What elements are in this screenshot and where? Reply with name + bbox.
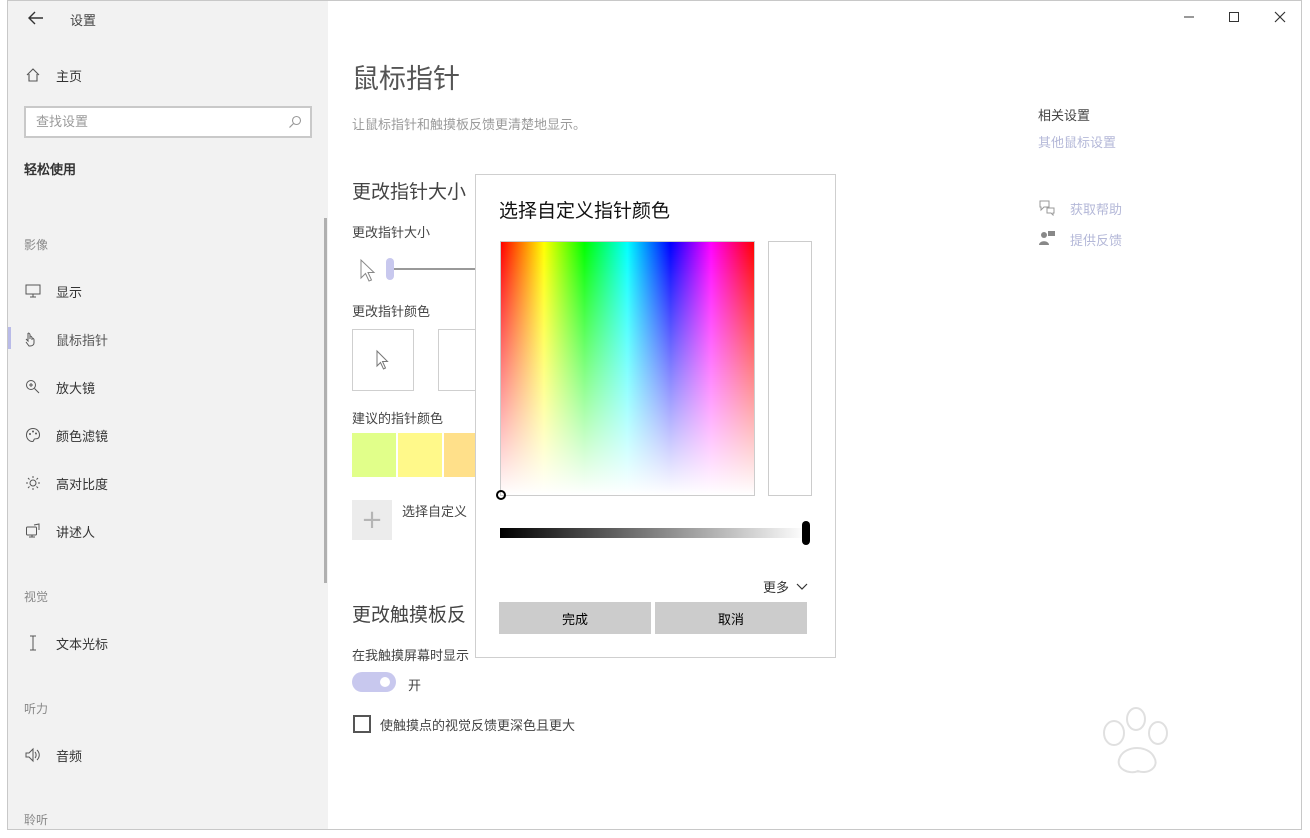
sidebar-item-label: 文本光标 — [56, 637, 109, 653]
toggle-knob — [380, 677, 390, 687]
sidebar-scrollbar[interactable] — [324, 218, 327, 583]
more-label: 更多 — [762, 581, 789, 596]
back-arrow-icon — [28, 11, 43, 25]
sidebar-item-text-cursor[interactable]: 文本光标 — [24, 631, 108, 655]
group-label-hearing: 听力 — [24, 702, 49, 716]
done-button[interactable]: 完成 — [499, 602, 651, 634]
darker-feedback-checkbox[interactable] — [353, 715, 371, 733]
page-description: 让鼠标指针和触摸板反馈更清楚地显示。 — [352, 118, 587, 133]
help-icon — [1038, 198, 1056, 217]
group-label-vision: 影像 — [24, 238, 49, 252]
text-cursor-icon — [24, 634, 42, 652]
other-mouse-settings-link[interactable]: 其他鼠标设置 — [1038, 132, 1116, 151]
sidebar-item-label: 颜色滤镜 — [56, 429, 109, 445]
dialog-title: 选择自定义指针颜色 — [499, 200, 671, 222]
close-button[interactable] — [1268, 7, 1292, 27]
pointer-size-label: 更改指针大小 — [352, 226, 431, 241]
suggested-colors-label: 建议的指针颜色 — [352, 412, 444, 427]
mouse-pointer-icon — [24, 330, 42, 348]
more-button[interactable]: 更多 — [763, 577, 809, 596]
section-title: 轻松使用 — [24, 163, 77, 178]
get-help-link[interactable]: 获取帮助 — [1070, 199, 1122, 218]
brightness-icon — [24, 474, 42, 492]
touch-feedback-description: 在我触摸屏幕时显示 — [352, 649, 470, 664]
pointer-color-white[interactable] — [352, 329, 414, 391]
spectrum-cursor[interactable] — [496, 490, 506, 500]
darker-feedback-label: 使触摸点的视觉反馈更深色且更大 — [380, 719, 576, 734]
custom-color-dialog: 选择自定义指针颜色 更多 完成 取消 — [475, 174, 836, 658]
sidebar-item-label: 高对比度 — [56, 477, 109, 493]
magnifier-icon — [24, 378, 42, 396]
watermark-logo — [1103, 707, 1168, 774]
sidebar-item-high-contrast[interactable]: 高对比度 — [24, 471, 108, 495]
maximize-button[interactable] — [1222, 7, 1246, 27]
pointer-size-heading: 更改指针大小 — [352, 181, 467, 203]
search-box[interactable] — [24, 106, 312, 138]
sidebar-item-label: 鼠标指针 — [56, 333, 109, 349]
search-input[interactable] — [26, 108, 278, 136]
sidebar-item-home[interactable]: 主页 — [24, 63, 82, 87]
small-pointer-icon — [359, 258, 377, 288]
active-indicator — [8, 327, 11, 349]
related-settings-title: 相关设置 — [1038, 109, 1091, 124]
group-label-vision-2: 视觉 — [24, 590, 49, 604]
group-label-listen: 聆听 — [24, 813, 49, 827]
pointer-color-label: 更改指针颜色 — [352, 305, 431, 320]
give-feedback-link[interactable]: 提供反馈 — [1070, 230, 1122, 249]
suggested-color-swatch[interactable] — [352, 433, 396, 477]
home-icon — [24, 66, 42, 84]
sidebar-item-magnifier[interactable]: 放大镜 — [24, 375, 95, 399]
palette-icon — [24, 426, 42, 444]
feedback-icon — [1038, 229, 1056, 247]
sidebar: 设置 主页 轻松使用 影像 显示 鼠标指针 — [8, 1, 328, 829]
search-icon[interactable] — [288, 114, 302, 133]
touch-feedback-heading: 更改触摸板反 — [352, 604, 467, 626]
minimize-icon — [1184, 16, 1194, 18]
suggested-color-swatch[interactable] — [398, 433, 442, 477]
back-button[interactable] — [24, 7, 48, 29]
color-spectrum[interactable] — [496, 241, 755, 500]
custom-color-button[interactable]: + — [352, 500, 392, 540]
sidebar-item-label: 主页 — [56, 69, 83, 85]
sidebar-item-audio[interactable]: 音频 — [24, 743, 82, 767]
sidebar-item-label: 放大镜 — [56, 381, 96, 397]
brightness-slider-thumb[interactable] — [802, 521, 810, 545]
narrator-icon — [24, 522, 42, 540]
sidebar-item-color-filters[interactable]: 颜色滤镜 — [24, 423, 108, 447]
chevron-down-icon — [796, 583, 808, 590]
custom-color-label: 选择自定义 — [402, 505, 468, 520]
sidebar-item-mouse-pointer[interactable]: 鼠标指针 — [24, 327, 108, 351]
monitor-icon — [24, 282, 42, 300]
color-preview — [768, 241, 812, 496]
pointer-size-slider[interactable] — [386, 258, 394, 280]
toggle-state-label: 开 — [408, 679, 422, 694]
close-icon — [1274, 11, 1286, 23]
plus-icon: + — [361, 505, 383, 535]
sidebar-item-label: 显示 — [56, 285, 83, 301]
sidebar-item-narrator[interactable]: 讲述人 — [24, 519, 95, 543]
sidebar-item-label: 音频 — [56, 749, 83, 765]
cancel-button[interactable]: 取消 — [655, 602, 807, 634]
sidebar-item-display[interactable]: 显示 — [24, 279, 82, 303]
brightness-slider-track[interactable] — [500, 528, 806, 538]
page-title: 鼠标指针 — [352, 64, 460, 95]
touch-feedback-toggle[interactable] — [352, 672, 396, 692]
speaker-icon — [24, 746, 42, 764]
app-title: 设置 — [70, 14, 97, 29]
white-pointer-icon — [376, 349, 389, 370]
sidebar-item-label: 讲述人 — [56, 525, 96, 541]
maximize-icon — [1229, 12, 1239, 22]
minimize-button[interactable] — [1177, 7, 1201, 27]
